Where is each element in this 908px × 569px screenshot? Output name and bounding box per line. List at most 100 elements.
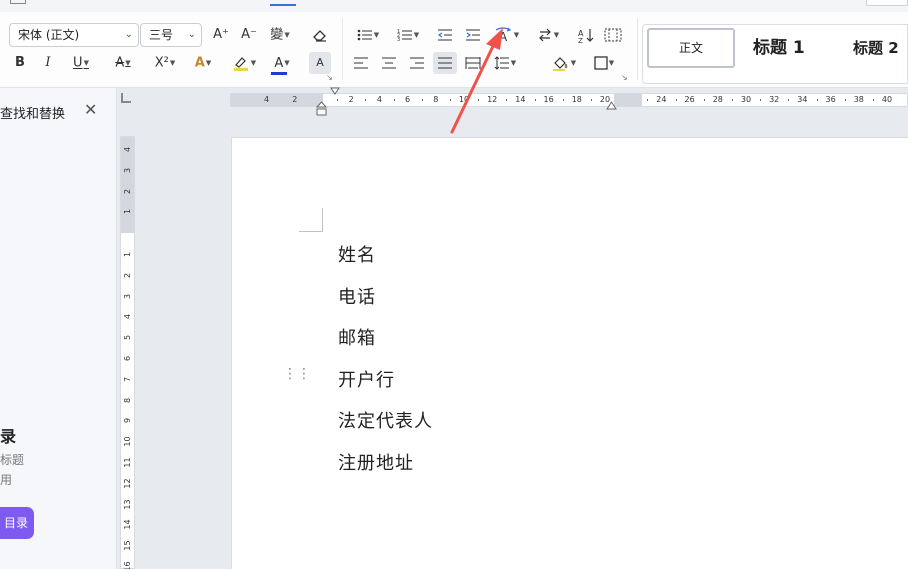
close-icon[interactable]: ✕: [84, 100, 97, 119]
document-paragraph[interactable]: 邮箱: [338, 324, 376, 350]
shading-button[interactable]: ▼: [548, 52, 580, 74]
italic-button[interactable]: I: [36, 52, 60, 74]
increase-indent-button[interactable]: [461, 24, 485, 46]
numbered-list-icon: 123: [397, 29, 412, 42]
borders-button[interactable]: ▼: [589, 52, 619, 74]
style-heading-1[interactable]: 标题 1: [753, 28, 833, 68]
document-paragraph[interactable]: 开户行: [338, 366, 395, 392]
toc-heading: 录: [0, 427, 17, 446]
page-crop-mark: [299, 208, 323, 232]
ruler-tick-label: 30: [740, 95, 752, 104]
tab-selector-icon[interactable]: [121, 93, 131, 103]
decrease-indent-button[interactable]: [433, 24, 457, 46]
show-marks-button[interactable]: [601, 24, 625, 46]
paint-bucket-icon: [552, 57, 568, 71]
document-paragraph[interactable]: 电话: [338, 283, 376, 309]
strikethrough-button[interactable]: A▼: [108, 52, 138, 74]
document-page[interactable]: [231, 137, 908, 569]
ruler-tick-label: 4: [264, 95, 270, 104]
first-line-indent-marker[interactable]: [330, 87, 340, 95]
ruler-minor-tick: [449, 99, 451, 101]
dropdown-arrow-icon: ▼: [413, 31, 420, 39]
group-separator: [342, 18, 343, 80]
ruler-minor-tick: [590, 99, 592, 101]
char-shading-button[interactable]: A: [309, 52, 331, 74]
ruler-minor-tick: [647, 99, 649, 101]
shrink-font-button[interactable]: A⁻: [237, 24, 261, 46]
document-paragraph[interactable]: 法定代表人: [338, 407, 433, 433]
align-justify-icon: [438, 57, 452, 68]
superscript-button[interactable]: X²▼: [148, 52, 182, 74]
ruler-tick-label: 14: [123, 519, 132, 530]
align-left-icon: [354, 57, 368, 68]
ruler-tick-label: 13: [123, 499, 132, 510]
toc-desc-line1: 标题: [0, 453, 25, 467]
dropdown-arrow-icon: ▼: [169, 59, 176, 67]
align-left-button[interactable]: [349, 52, 373, 74]
paragraph-dialog-launcher-icon[interactable]: ↘: [621, 73, 628, 82]
ruler-tick-label: 28: [712, 95, 723, 104]
ruler-tick-label: 10: [123, 436, 132, 447]
ruler-minor-tick: [816, 99, 818, 101]
panel-title: 查找和替换: [0, 107, 66, 122]
style-normal[interactable]: 正文: [647, 28, 735, 68]
svg-text:3: 3: [397, 37, 400, 42]
bullets-button[interactable]: ▼: [353, 24, 383, 46]
ruler-tick-label: 3: [123, 293, 132, 299]
document-paragraph[interactable]: 注册地址: [338, 449, 414, 475]
paragraph-drag-handle-icon[interactable]: ⋮⋮: [283, 367, 311, 381]
distributed-align-button[interactable]: [461, 52, 485, 74]
ruler-tick-label: 36: [825, 95, 836, 104]
highlight-button[interactable]: ▼: [228, 52, 260, 74]
border-icon: [594, 56, 608, 70]
sort-button[interactable]: AZ: [574, 24, 598, 46]
search-box[interactable]: [866, 0, 908, 6]
underline-button[interactable]: U▼: [66, 52, 96, 74]
clear-format-button[interactable]: [308, 24, 332, 46]
indent-icon: [466, 29, 480, 40]
ruler-tick-label: 4: [376, 95, 382, 104]
line-spacing-button[interactable]: ▼: [489, 52, 521, 74]
ruler-minor-tick: [872, 99, 874, 101]
font-dialog-launcher-icon[interactable]: ↘: [326, 73, 333, 82]
align-center-button[interactable]: [377, 52, 401, 74]
font-color-button[interactable]: A ▼: [266, 52, 298, 75]
outdent-icon: [437, 29, 452, 40]
font-name-select[interactable]: 宋体 (正文) ⌄: [9, 23, 139, 47]
ruler-tick-label: 14: [515, 95, 526, 104]
ruler-tick-label: 16: [123, 561, 132, 569]
sort-icon: AZ: [578, 28, 594, 43]
insert-toc-button[interactable]: 目录: [0, 507, 34, 539]
vertical-ruler[interactable]: 4 3 2 1 1 2 3 4 5 6 7 8 9 10 11 12 13 14 15 16: [120, 136, 135, 569]
text-effect-button[interactable]: A▼: [188, 52, 218, 74]
dropdown-arrow-icon: ▼: [284, 31, 290, 39]
ruler-tick-label: 2: [292, 95, 298, 104]
ruler-minor-tick: [337, 99, 339, 101]
ruler-tick-label: 8: [433, 95, 439, 104]
ruler-tick-label: 6: [405, 95, 411, 104]
ruler-tick-label: 11: [123, 457, 132, 468]
line-break-button[interactable]: ▼: [533, 24, 563, 46]
ruler-minor-tick: [562, 99, 564, 101]
ruler-tick-label: 4: [123, 146, 132, 153]
ruler-tick-label: 1: [123, 251, 132, 258]
menu-icon[interactable]: [10, 0, 26, 4]
toc-desc-line2: 用: [0, 473, 13, 487]
phonetic-guide-button[interactable]: 變▼: [266, 24, 294, 46]
justify-button[interactable]: [433, 52, 457, 74]
hanging-indent-marker[interactable]: [316, 100, 327, 116]
ruler-minor-tick: [760, 99, 762, 101]
numbering-button[interactable]: 1 2 3 ▼: [393, 24, 423, 46]
font-size-select[interactable]: 三号 ⌄: [140, 23, 202, 47]
dropdown-arrow-icon: ▼: [205, 59, 212, 67]
align-right-button[interactable]: [405, 52, 429, 74]
swap-arrows-icon: [538, 28, 551, 42]
ruler-tick-label: 12: [487, 95, 498, 104]
text-direction-button[interactable]: A ▼: [491, 24, 523, 46]
bold-button[interactable]: B: [8, 52, 32, 74]
style-heading-2[interactable]: 标题 2: [853, 28, 908, 68]
right-indent-marker[interactable]: [606, 100, 617, 110]
document-paragraph[interactable]: 姓名: [338, 241, 376, 267]
horizontal-ruler[interactable]: 4 2 2 4 6 8 10 12 14 16 18 20 24 26 28 30 32 34 36 38 40: [230, 93, 908, 107]
grow-font-button[interactable]: A⁺: [209, 24, 233, 46]
